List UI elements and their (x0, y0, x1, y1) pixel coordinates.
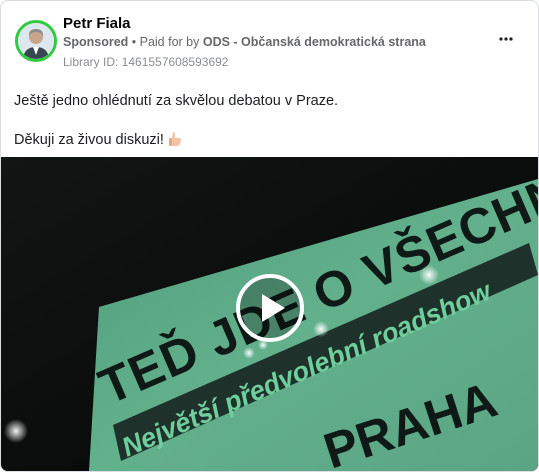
payer-name[interactable]: ODS - Občanská demokratická strana (203, 35, 426, 49)
ad-card: Petr Fiala Sponsored • Paid for by ODS -… (0, 0, 539, 472)
more-options-button[interactable] (494, 31, 518, 47)
post-text-line-2: Děkuji za živou diskuzi! (14, 132, 164, 148)
play-button[interactable] (235, 273, 305, 343)
sponsored-label: Sponsored (63, 35, 129, 49)
paid-for-prefix: • Paid for by (128, 35, 203, 49)
thumbs-up-emoji (168, 131, 182, 150)
play-icon (236, 274, 304, 342)
post-text-line-2-wrap: Děkuji za živou diskuzi! (14, 131, 182, 150)
more-dots-icon (499, 37, 513, 41)
advertiser-name[interactable]: Petr Fiala (63, 15, 131, 32)
post-text-line-1: Ještě jedno ohlédnutí za skvělou debatou… (14, 93, 339, 109)
advertiser-avatar[interactable] (15, 20, 57, 62)
person-icon (18, 23, 54, 59)
library-id: Library ID: 1461557608593692 (63, 55, 229, 69)
ad-meta: Sponsored • Paid for by ODS - Občanská d… (63, 35, 426, 49)
ad-header: Petr Fiala Sponsored • Paid for by ODS -… (13, 13, 526, 73)
